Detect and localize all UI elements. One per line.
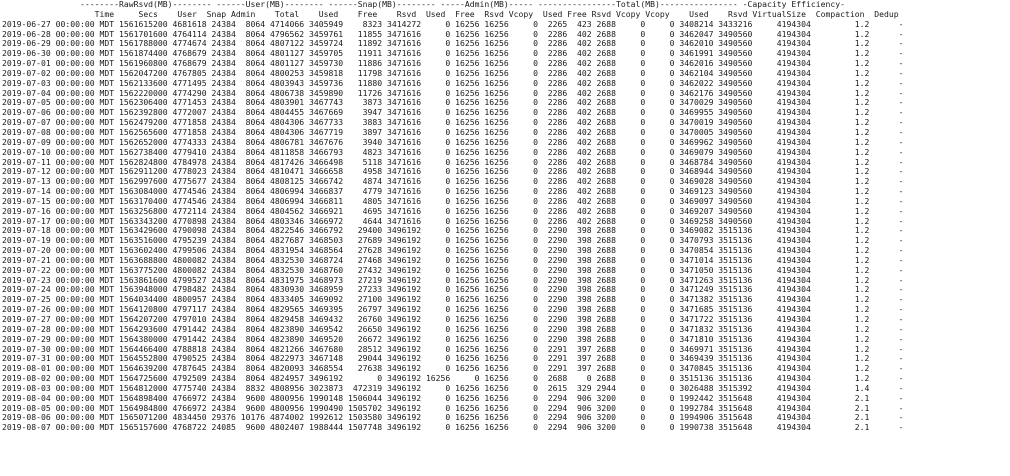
table-row: 2019-08-07 00:00:00 MDT 1565157600 47687… (2, 422, 904, 433)
terminal-output: --------RawRsvd(MB)-------- ------User(M… (2, 0, 1008, 476)
data-rows: 2019-06-27 00:00:00 MDT 1561615200 46816… (2, 19, 1008, 433)
